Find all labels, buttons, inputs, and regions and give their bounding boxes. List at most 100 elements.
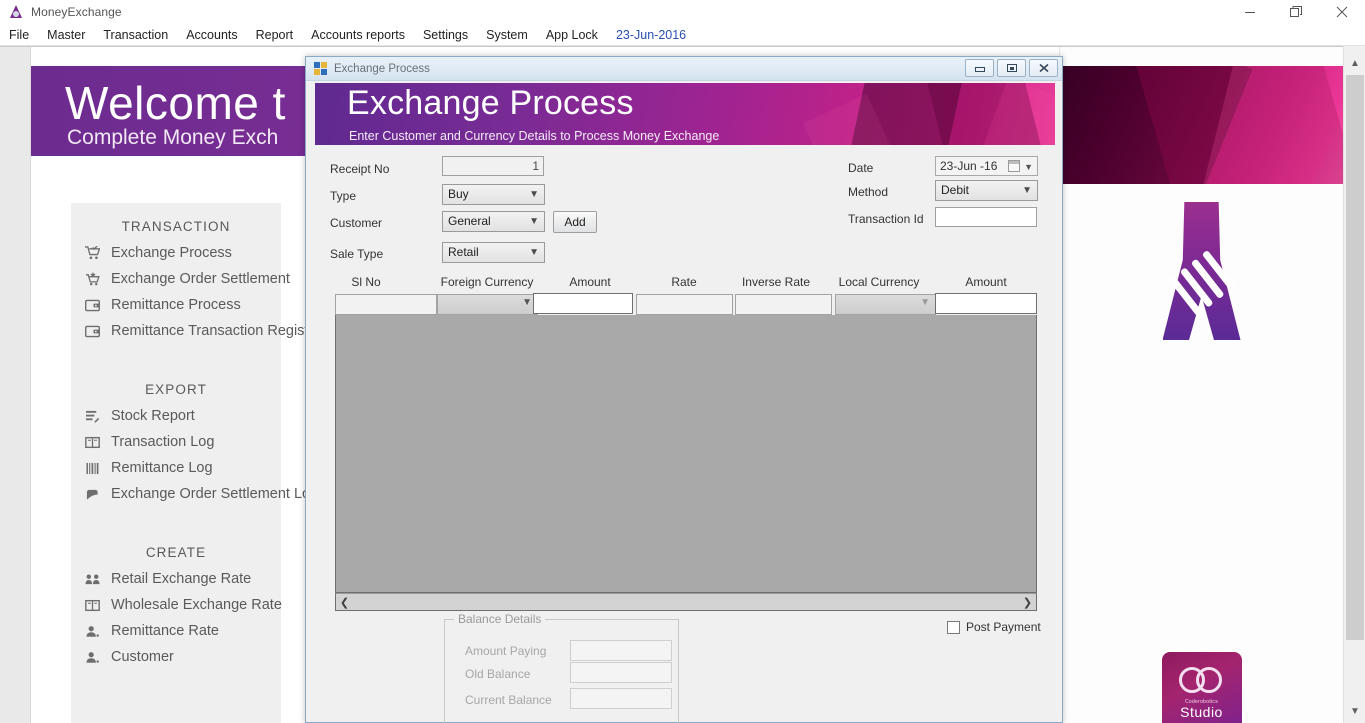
minimize-icon[interactable] xyxy=(1227,0,1273,24)
person-icon xyxy=(81,621,103,641)
post-payment-checkbox[interactable] xyxy=(947,620,960,634)
sidebar-item-label: Transaction Log xyxy=(111,434,215,450)
sidebar-group-export-title: EXPORT xyxy=(145,382,207,397)
sidebar-item-remittance-transaction-register[interactable]: Remittance Transaction Register xyxy=(71,318,321,344)
welcome-subtitle: Complete Money Exch xyxy=(67,126,279,149)
sale-type-combobox[interactable]: Retail ▼ xyxy=(442,242,545,263)
sidebar-item-wholesale-exchange-rate[interactable]: Wholesale Exchange Rate xyxy=(71,592,282,618)
menubar: File Master Transaction Accounts Report … xyxy=(0,24,1365,46)
type-combobox-value: Buy xyxy=(448,187,469,201)
menu-item-file[interactable]: File xyxy=(0,26,38,44)
chevron-left-icon[interactable]: ❮ xyxy=(336,594,353,610)
transaction-id-input[interactable] xyxy=(935,207,1037,227)
book-icon xyxy=(81,432,103,452)
add-customer-button[interactable]: Add xyxy=(553,211,597,233)
grid-input-inverse-rate[interactable] xyxy=(735,294,832,315)
menu-item-settings[interactable]: Settings xyxy=(414,26,477,44)
dialog-titlebar: Exchange Process xyxy=(306,57,1062,81)
dialog-title: Exchange Process xyxy=(334,62,430,75)
dialog-banner: Exchange Process Enter Customer and Curr… xyxy=(315,83,1055,145)
method-combobox[interactable]: Debit ▼ xyxy=(935,180,1038,201)
grid-input-sl-no[interactable] xyxy=(335,294,437,315)
sidebar-item-remittance-rate[interactable]: Remittance Rate xyxy=(71,618,281,644)
sidebar-item-remittance-process[interactable]: Remittance Process xyxy=(71,292,281,318)
studio-badge-label: Studio xyxy=(1180,704,1223,720)
post-payment-checkbox-row[interactable]: Post Payment xyxy=(947,620,1041,634)
menu-item-accounts[interactable]: Accounts xyxy=(177,26,246,44)
close-icon[interactable] xyxy=(1319,0,1365,24)
sale-type-combobox-value: Retail xyxy=(448,245,479,259)
menu-item-master[interactable]: Master xyxy=(38,26,94,44)
main-titlebar: MoneyExchange xyxy=(0,0,1365,24)
exchange-items-grid[interactable] xyxy=(335,315,1037,593)
current-balance-input[interactable] xyxy=(570,688,672,709)
welcome-title: Welcome t xyxy=(65,77,286,129)
grid-input-foreign-currency[interactable]: ▼ xyxy=(437,294,538,315)
menu-item-system[interactable]: System xyxy=(477,26,537,44)
type-combobox[interactable]: Buy ▼ xyxy=(442,184,545,205)
grid-horizontal-scrollbar[interactable]: ❮ ❯ xyxy=(335,593,1037,611)
balance-details-group: Balance Details Amount Paying Old Balanc… xyxy=(444,612,679,723)
label-old-balance: Old Balance xyxy=(465,667,531,681)
customer-combobox[interactable]: General ▼ xyxy=(442,211,545,232)
cart-check-icon xyxy=(81,243,103,263)
sidebar-item-customer[interactable]: Customer xyxy=(71,644,281,670)
scrollbar-thumb[interactable] xyxy=(1346,75,1364,640)
customer-combobox-value: General xyxy=(448,214,491,228)
receipt-no-input[interactable]: 1 xyxy=(442,156,544,176)
chevron-up-icon[interactable]: ▲ xyxy=(1344,53,1365,73)
main-vertical-scrollbar[interactable]: ▲ ▼ xyxy=(1343,46,1365,723)
grid-input-local-currency[interactable]: ▼ xyxy=(835,294,936,315)
dialog-window-controls xyxy=(965,59,1058,77)
amount-paying-input[interactable] xyxy=(570,640,672,661)
window-controls xyxy=(1227,0,1365,24)
exchange-process-dialog: Exchange Process Exchange Process Enter … xyxy=(305,56,1063,723)
sidebar-item-remittance-log[interactable]: Remittance Log xyxy=(71,455,281,481)
close-icon[interactable] xyxy=(1029,59,1058,77)
sidebar-item-stock-report[interactable]: Stock Report xyxy=(71,403,281,429)
dialog-banner-subtitle: Enter Customer and Currency Details to P… xyxy=(349,129,720,143)
sidebar-item-label: Retail Exchange Rate xyxy=(111,571,252,587)
menu-item-app-lock[interactable]: App Lock xyxy=(537,26,607,44)
label-method: Method xyxy=(848,185,889,199)
chevron-down-icon: ▼ xyxy=(920,297,930,308)
sidebar-item-label: Wholesale Exchange Rate xyxy=(111,597,282,613)
chevron-down-icon: ▼ xyxy=(522,297,532,308)
codrobotics-logo xyxy=(1133,202,1271,340)
label-customer: Customer xyxy=(330,216,383,230)
chevron-down-icon: ▼ xyxy=(529,216,539,227)
restore-icon[interactable] xyxy=(997,59,1026,77)
application-window: MoneyExchange File Master Transaction Ac… xyxy=(0,0,1365,723)
menu-item-report[interactable]: Report xyxy=(247,26,303,44)
minimize-icon[interactable] xyxy=(965,59,994,77)
grid-input-amount[interactable] xyxy=(533,293,633,314)
menu-item-transaction[interactable]: Transaction xyxy=(94,26,177,44)
promo-banner xyxy=(1060,66,1343,184)
form-window-icon xyxy=(314,61,328,76)
grid-input-rate[interactable] xyxy=(636,294,733,315)
method-combobox-value: Debit xyxy=(941,183,970,197)
sidebar-item-transaction-log[interactable]: Transaction Log xyxy=(71,429,281,455)
menu-current-date: 23-Jun-2016 xyxy=(615,27,687,42)
sidebar-item-exchange-order-settlement[interactable]: Exchange Order Settlement xyxy=(71,266,290,292)
sidebar-item-label: Exchange Order Settlement Log xyxy=(111,486,319,502)
people-icon xyxy=(81,569,103,589)
grid-header-local-currency: Local Currency xyxy=(838,275,920,289)
sidebar-item-exchange-process[interactable]: Exchange Process xyxy=(71,240,281,266)
chevron-down-icon: ▼ xyxy=(529,247,539,258)
dialog-banner-title: Exchange Process xyxy=(347,84,634,122)
menu-item-accounts-reports[interactable]: Accounts reports xyxy=(302,26,414,44)
label-amount-paying: Amount Paying xyxy=(465,644,547,658)
maximize-icon[interactable] xyxy=(1273,0,1319,24)
cart-star-icon xyxy=(81,269,103,289)
grid-input-amount-2[interactable] xyxy=(935,293,1037,314)
sidebar-item-retail-exchange-rate[interactable]: Retail Exchange Rate xyxy=(71,566,281,592)
grid-header-inverse-rate: Inverse Rate xyxy=(741,275,811,289)
date-picker[interactable]: 23-Jun -16 ▼ xyxy=(935,156,1038,176)
chevron-right-icon[interactable]: ❯ xyxy=(1019,594,1036,610)
sidebar-item-label: Remittance Process xyxy=(111,297,241,313)
old-balance-input[interactable] xyxy=(570,662,672,683)
label-type: Type xyxy=(330,189,357,203)
chevron-down-icon[interactable]: ▼ xyxy=(1344,701,1365,721)
sidebar-item-exchange-order-settlement-log[interactable]: Exchange Order Settlement Log xyxy=(71,481,318,507)
